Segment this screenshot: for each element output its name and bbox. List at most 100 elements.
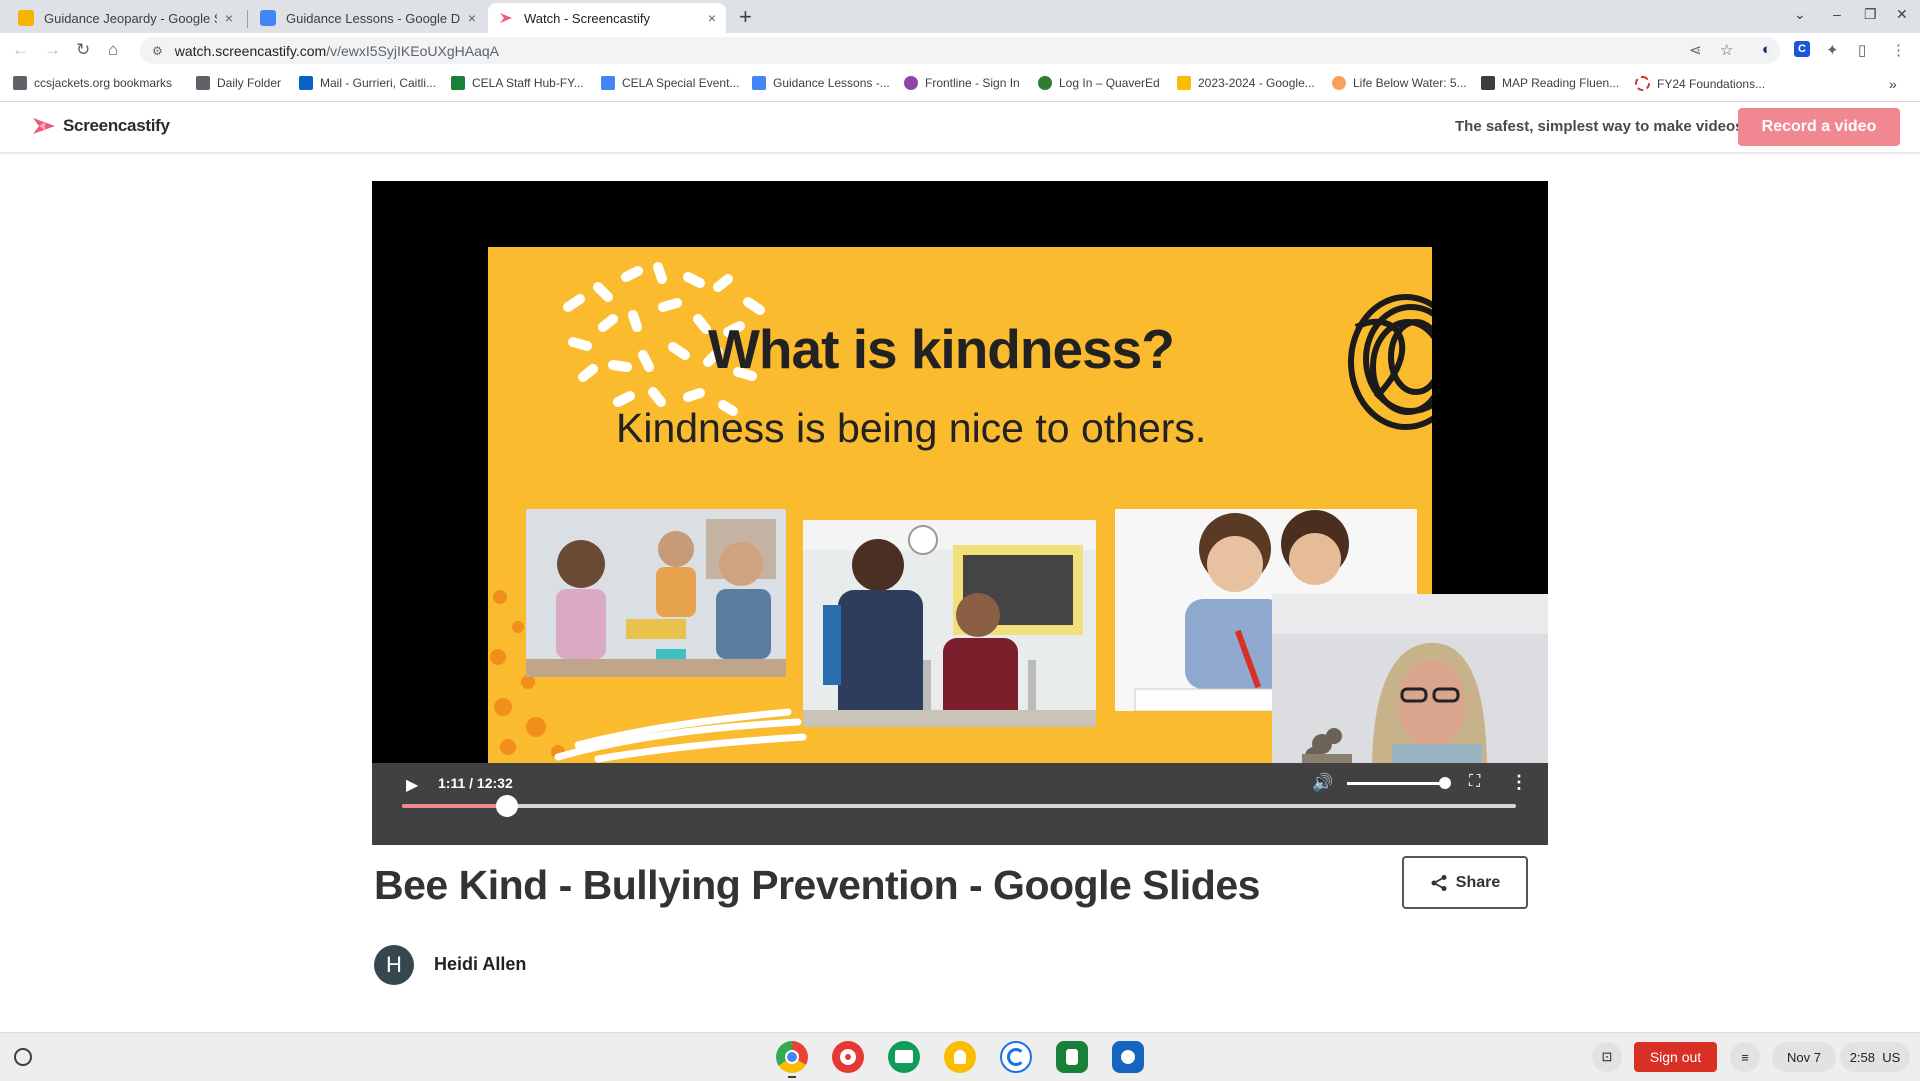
canvas-paint-app-icon[interactable] xyxy=(832,1041,864,1073)
browser-menu-icon[interactable]: ⋮ xyxy=(1891,41,1906,59)
slide-subtitle: Kindness is being nice to others. xyxy=(616,405,1207,451)
logo-text: Screencastify xyxy=(63,116,170,135)
share-button[interactable]: Share xyxy=(1402,856,1528,909)
volume-icon[interactable]: 🔊 xyxy=(1312,773,1333,793)
browser-toolbar: ← → ↻ ⌂ ⚙ watch.screencastify.com /v/ewx… xyxy=(0,33,1920,67)
close-window-icon[interactable]: ✕ xyxy=(1896,6,1908,23)
tab-guidance-jeopardy[interactable]: Guidance Jeopardy - Google Slid × xyxy=(8,3,243,33)
bookmark-item[interactable]: ccsjackets.org bookmarks xyxy=(13,76,172,90)
bookmark-item[interactable]: 2023-2024 - Google... xyxy=(1177,76,1315,90)
bookmark-item[interactable]: Frontline - Sign In xyxy=(904,76,1020,90)
extension-icon[interactable]: ◐ xyxy=(1762,41,1771,58)
launcher-icon[interactable] xyxy=(14,1048,32,1066)
author-name: Heidi Allen xyxy=(434,954,527,974)
bookmark-item[interactable]: CELA Special Event... xyxy=(601,76,739,90)
tab-search-icon[interactable]: ⌄ xyxy=(1794,6,1806,23)
bookmark-item[interactable]: Mail - Gurrieri, Caitli... xyxy=(299,76,436,90)
kids-sharing-photo xyxy=(526,509,786,677)
slides-favicon-icon xyxy=(18,10,34,26)
fullscreen-icon[interactable]: ⛶ xyxy=(1469,773,1480,791)
bookmark-star-icon[interactable]: ☆ xyxy=(1720,41,1733,59)
map-icon xyxy=(1481,76,1495,90)
bookmark-label: MAP Reading Fluen... xyxy=(1502,76,1620,90)
pear-deck-app-icon[interactable] xyxy=(1056,1041,1088,1073)
docs-icon xyxy=(601,76,615,90)
volume-slider[interactable] xyxy=(1347,782,1447,785)
bookmark-label: Guidance Lessons -... xyxy=(773,76,890,90)
url-path: /v/ewxI5SyjIKEoUXgHAaqA xyxy=(326,42,499,59)
bookmark-item[interactable]: MAP Reading Fluen... xyxy=(1481,76,1619,90)
clock-tray[interactable]: 2:58 US xyxy=(1840,1042,1910,1072)
side-panel-icon[interactable]: ▯ xyxy=(1858,41,1866,59)
extensions-puzzle-icon[interactable]: ✦ xyxy=(1826,41,1839,59)
share-page-icon[interactable]: ⋖ xyxy=(1689,41,1702,59)
close-tab-icon[interactable]: × xyxy=(708,10,716,26)
address-bar[interactable]: ⚙ watch.screencastify.com /v/ewxI5SyjIKE… xyxy=(140,37,1780,64)
restore-icon[interactable]: ❐ xyxy=(1864,6,1877,23)
bookmarks-overflow-icon[interactable]: » xyxy=(1889,76,1897,92)
tab-watch-screencastify[interactable]: Watch - Screencastify × xyxy=(488,3,726,33)
system-shelf: ⊡ Sign out ≡ Nov 7 2:58 US xyxy=(0,1032,1920,1081)
bookmark-label: Mail - Gurrieri, Caitli... xyxy=(320,76,437,90)
screencastify-logo[interactable]: Screencastify xyxy=(31,116,170,136)
share-icon xyxy=(1431,874,1447,891)
play-button[interactable]: ▶ xyxy=(406,775,418,795)
tray-icon[interactable]: ≡ xyxy=(1730,1042,1760,1072)
bookmark-item[interactable]: CELA Staff Hub-FY... xyxy=(451,76,584,90)
record-video-button[interactable]: Record a video xyxy=(1738,108,1900,146)
volume-slider-handle[interactable] xyxy=(1439,777,1451,789)
url-host: watch.screencastify.com xyxy=(174,42,327,59)
decorative-brush-icon xyxy=(554,708,807,763)
close-tab-icon[interactable]: × xyxy=(225,10,233,26)
new-tab-button[interactable]: + xyxy=(739,4,752,30)
folder-icon xyxy=(196,76,210,90)
sign-out-button[interactable]: Sign out xyxy=(1634,1042,1717,1072)
decorative-scribble-icon xyxy=(1348,294,1432,430)
bookmark-item[interactable]: Daily Folder xyxy=(196,76,281,90)
tab-title: Watch - Screencastify xyxy=(524,10,650,26)
bookmark-item[interactable]: FY24 Foundations... xyxy=(1635,76,1765,91)
date-display[interactable]: Nov 7 xyxy=(1772,1042,1836,1072)
tab-strip: Guidance Jeopardy - Google Slid × Guidan… xyxy=(0,0,1920,33)
bookmark-label: Frontline - Sign In xyxy=(925,76,1020,90)
bookmark-item[interactable]: Log In – QuaverEd xyxy=(1038,76,1160,90)
chrome-app-icon[interactable] xyxy=(776,1041,808,1073)
extension-c-icon[interactable]: C xyxy=(1794,41,1810,57)
bookmark-label: CELA Staff Hub-FY... xyxy=(472,76,584,90)
life-below-water-icon xyxy=(1332,76,1346,90)
tagline: The safest, simplest way to make videos. xyxy=(1455,118,1748,135)
webcam-overlay xyxy=(1272,594,1548,772)
bookmark-item[interactable]: Life Below Water: 5... xyxy=(1332,76,1467,90)
docs-favicon-icon xyxy=(260,10,276,26)
video-player[interactable]: What is kindness? Kindness is being nice… xyxy=(372,181,1548,845)
home-icon[interactable]: ⌂ xyxy=(108,40,118,60)
bookmark-item[interactable]: Guidance Lessons -... xyxy=(752,76,890,90)
other-app-icon[interactable] xyxy=(1112,1041,1144,1073)
bookmark-label: ccsjackets.org bookmarks xyxy=(34,76,173,90)
more-options-icon[interactable]: ⋮ xyxy=(1510,772,1528,793)
close-tab-icon[interactable]: × xyxy=(468,10,476,26)
bookmark-label: CELA Special Event... xyxy=(622,76,740,90)
bookmark-label: 2023-2024 - Google... xyxy=(1198,76,1315,90)
sheets-icon xyxy=(451,76,465,90)
back-icon[interactable]: ← xyxy=(12,40,29,60)
frontline-icon xyxy=(904,76,918,90)
reload-icon[interactable]: ↻ xyxy=(76,40,90,60)
video-title: Bee Kind - Bullying Prevention - Google … xyxy=(374,862,1260,908)
tab-title: Guidance Jeopardy - Google Slid xyxy=(44,10,217,26)
forward-icon[interactable]: → xyxy=(44,40,61,60)
screencastify-logo-icon xyxy=(33,118,55,134)
classroom-app-icon[interactable] xyxy=(888,1041,920,1073)
share-label: Share xyxy=(1455,873,1501,891)
site-info-icon[interactable]: ⚙ xyxy=(152,44,163,58)
kids-helping-photo xyxy=(803,520,1096,727)
bookmark-label: Log In – QuaverEd xyxy=(1059,76,1160,90)
screen-capture-icon[interactable]: ⊡ xyxy=(1592,1042,1622,1072)
seek-handle[interactable] xyxy=(495,795,518,817)
tab-guidance-lessons[interactable]: Guidance Lessons - Google Docs × xyxy=(250,3,486,33)
keep-app-icon[interactable] xyxy=(944,1041,976,1073)
screencastify-app-icon[interactable] xyxy=(1000,1041,1032,1073)
seek-bar[interactable] xyxy=(402,795,1516,817)
player-controls: ▶ 1:11 / 12:32 🔊 ⛶ ⋮ xyxy=(372,763,1548,845)
minimize-icon[interactable]: – xyxy=(1833,6,1841,22)
